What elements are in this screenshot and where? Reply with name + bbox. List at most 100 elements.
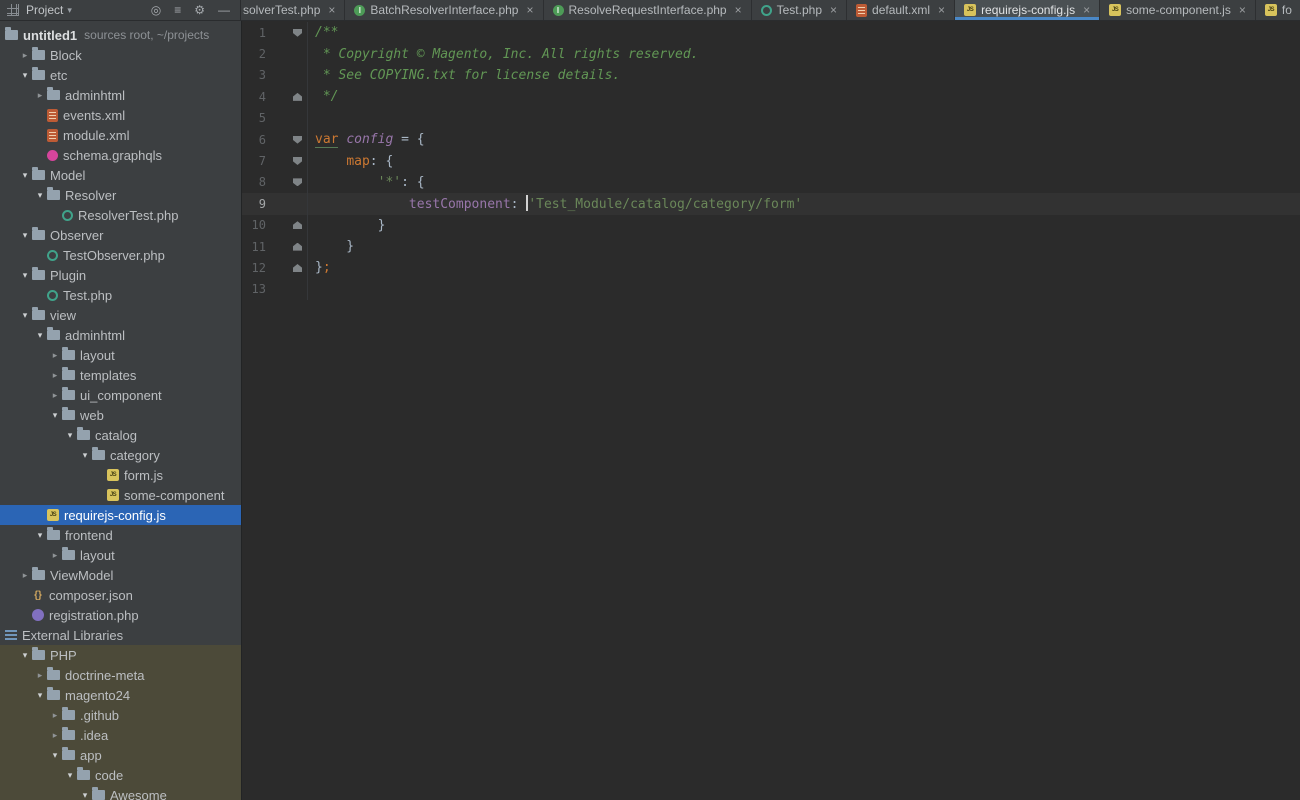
fold-up-icon[interactable] bbox=[293, 264, 302, 272]
tree-item-code[interactable]: ▾code bbox=[0, 765, 241, 785]
fold-up-icon[interactable] bbox=[293, 243, 302, 251]
tree-item-block[interactable]: ▸Block bbox=[0, 45, 241, 65]
tree-item-adminhtml[interactable]: ▾adminhtml bbox=[0, 325, 241, 345]
chevron-down-icon[interactable]: ▾ bbox=[49, 750, 61, 761]
code-line-7[interactable]: 7 map: { bbox=[242, 150, 1300, 171]
chevron-down-icon[interactable]: ▾ bbox=[64, 430, 76, 441]
tab-close-icon[interactable]: × bbox=[735, 3, 742, 17]
tab-some-component.js[interactable]: some-component.js× bbox=[1100, 0, 1256, 20]
chevron-right-icon[interactable]: ▸ bbox=[49, 390, 61, 401]
tree-item-view[interactable]: ▾view bbox=[0, 305, 241, 325]
chevron-down-icon[interactable]: ▾ bbox=[34, 690, 46, 701]
project-tool-window-icon[interactable] bbox=[7, 4, 19, 16]
tree-item-doctrine-meta[interactable]: ▸doctrine-meta bbox=[0, 665, 241, 685]
code-line-8[interactable]: 8 '*': { bbox=[242, 172, 1300, 193]
chevron-down-icon[interactable]: ▾ bbox=[49, 410, 61, 421]
project-tree[interactable]: untitled1sources root, ~/projects▸Block ▾… bbox=[0, 21, 241, 800]
chevron-down-icon[interactable]: ▾ bbox=[34, 190, 46, 201]
tab-BatchResolverInterface.php[interactable]: BatchResolverInterface.php× bbox=[345, 0, 543, 20]
chevron-down-icon[interactable]: ▾ bbox=[19, 650, 31, 661]
line-number[interactable]: 9 bbox=[242, 197, 266, 211]
line-number[interactable]: 6 bbox=[242, 133, 266, 147]
chevron-right-icon[interactable]: ▸ bbox=[19, 50, 31, 61]
tree-item-requirejs-config-js[interactable]: requirejs-config.js bbox=[0, 505, 241, 525]
tab-close-icon[interactable]: × bbox=[1083, 3, 1090, 17]
chevron-down-icon[interactable]: ▾ bbox=[19, 270, 31, 281]
line-number[interactable]: 7 bbox=[242, 154, 266, 168]
tree-item-web[interactable]: ▾web bbox=[0, 405, 241, 425]
locate-icon[interactable]: ◎ bbox=[151, 0, 161, 20]
line-number[interactable]: 4 bbox=[242, 90, 266, 104]
tree-item-layout[interactable]: ▸layout bbox=[0, 345, 241, 365]
code-line-1[interactable]: 1/** bbox=[242, 22, 1300, 43]
line-number[interactable]: 8 bbox=[242, 175, 266, 189]
tab-solverTest.php[interactable]: solverTest.php× bbox=[241, 0, 345, 20]
code-line-12[interactable]: 12}; bbox=[242, 257, 1300, 278]
fold-down-icon[interactable] bbox=[293, 29, 302, 37]
code-line-6[interactable]: 6var config = { bbox=[242, 129, 1300, 150]
chevron-right-icon[interactable]: ▸ bbox=[34, 90, 46, 101]
line-number[interactable]: 2 bbox=[242, 47, 266, 61]
chevron-right-icon[interactable]: ▸ bbox=[49, 350, 61, 361]
tab-ResolveRequestInterface.php[interactable]: ResolveRequestInterface.php× bbox=[544, 0, 752, 20]
tree-item-frontend[interactable]: ▾frontend bbox=[0, 525, 241, 545]
tree-item-module-xml[interactable]: module.xml bbox=[0, 125, 241, 145]
code-line-5[interactable]: 5 bbox=[242, 108, 1300, 129]
chevron-down-icon[interactable]: ▾ bbox=[34, 330, 46, 341]
chevron-down-icon[interactable]: ▾ bbox=[64, 770, 76, 781]
project-selector[interactable]: Project ▾ bbox=[26, 3, 72, 17]
tree-item-awesome[interactable]: ▾Awesome bbox=[0, 785, 241, 800]
chevron-right-icon[interactable]: ▸ bbox=[49, 730, 61, 741]
tab-close-icon[interactable]: × bbox=[830, 3, 837, 17]
tree-item-adminhtml[interactable]: ▸adminhtml bbox=[0, 85, 241, 105]
line-number[interactable]: 5 bbox=[242, 111, 266, 125]
tree-item-observer[interactable]: ▾Observer bbox=[0, 225, 241, 245]
tree-item-untitled1[interactable]: untitled1sources root, ~/projects bbox=[0, 25, 241, 45]
code-line-13[interactable]: 13 bbox=[242, 279, 1300, 300]
tree-item-events-xml[interactable]: events.xml bbox=[0, 105, 241, 125]
code-line-2[interactable]: 2 * Copyright © Magento, Inc. All rights… bbox=[242, 43, 1300, 64]
line-number[interactable]: 13 bbox=[242, 282, 266, 296]
tab-requirejs-config.js[interactable]: requirejs-config.js× bbox=[955, 0, 1100, 20]
hide-panel-icon[interactable]: — bbox=[218, 0, 230, 20]
tree-item-composer-json[interactable]: composer.json bbox=[0, 585, 241, 605]
tree-item-model[interactable]: ▾Model bbox=[0, 165, 241, 185]
chevron-down-icon[interactable]: ▾ bbox=[79, 790, 91, 800]
chevron-right-icon[interactable]: ▸ bbox=[49, 550, 61, 561]
chevron-right-icon[interactable]: ▸ bbox=[19, 570, 31, 581]
tree-item-registration-php[interactable]: registration.php bbox=[0, 605, 241, 625]
code-editor[interactable]: 1/**2 * Copyright © Magento, Inc. All ri… bbox=[241, 21, 1300, 800]
chevron-right-icon[interactable]: ▸ bbox=[34, 670, 46, 681]
code-line-11[interactable]: 11 } bbox=[242, 236, 1300, 257]
tree-item-ui-component[interactable]: ▸ui_component bbox=[0, 385, 241, 405]
tree-item-resolver[interactable]: ▾Resolver bbox=[0, 185, 241, 205]
code-line-9[interactable]: 9 testComponent: 'Test_Module/catalog/ca… bbox=[242, 193, 1300, 214]
tree-item-php[interactable]: ▾PHP bbox=[0, 645, 241, 665]
tree-item-plugin[interactable]: ▾Plugin bbox=[0, 265, 241, 285]
filter-icon[interactable]: ≡ bbox=[174, 0, 181, 20]
line-number[interactable]: 12 bbox=[242, 261, 266, 275]
tree-item-viewmodel[interactable]: ▸ViewModel bbox=[0, 565, 241, 585]
fold-up-icon[interactable] bbox=[293, 221, 302, 229]
tree-item--github[interactable]: ▸.github bbox=[0, 705, 241, 725]
tree-item-resolvertest-php[interactable]: ResolverTest.php bbox=[0, 205, 241, 225]
line-number[interactable]: 1 bbox=[242, 26, 266, 40]
code-line-3[interactable]: 3 * See COPYING.txt for license details. bbox=[242, 65, 1300, 86]
fold-up-icon[interactable] bbox=[293, 93, 302, 101]
tab-default.xml[interactable]: default.xml× bbox=[847, 0, 955, 20]
tree-item-external-libraries[interactable]: External Libraries bbox=[0, 625, 241, 645]
tree-item-some-component[interactable]: some-component bbox=[0, 485, 241, 505]
tab-close-icon[interactable]: × bbox=[938, 3, 945, 17]
chevron-down-icon[interactable]: ▾ bbox=[19, 230, 31, 241]
tree-item-test-php[interactable]: Test.php bbox=[0, 285, 241, 305]
chevron-down-icon[interactable]: ▾ bbox=[19, 170, 31, 181]
chevron-down-icon[interactable]: ▾ bbox=[34, 530, 46, 541]
tree-item-schema-graphqls[interactable]: schema.graphqls bbox=[0, 145, 241, 165]
chevron-right-icon[interactable]: ▸ bbox=[49, 710, 61, 721]
chevron-down-icon[interactable]: ▾ bbox=[19, 310, 31, 321]
fold-down-icon[interactable] bbox=[293, 178, 302, 186]
fold-down-icon[interactable] bbox=[293, 136, 302, 144]
tab-close-icon[interactable]: × bbox=[328, 3, 335, 17]
line-number[interactable]: 10 bbox=[242, 218, 266, 232]
tab-fo[interactable]: fo bbox=[1256, 0, 1300, 20]
